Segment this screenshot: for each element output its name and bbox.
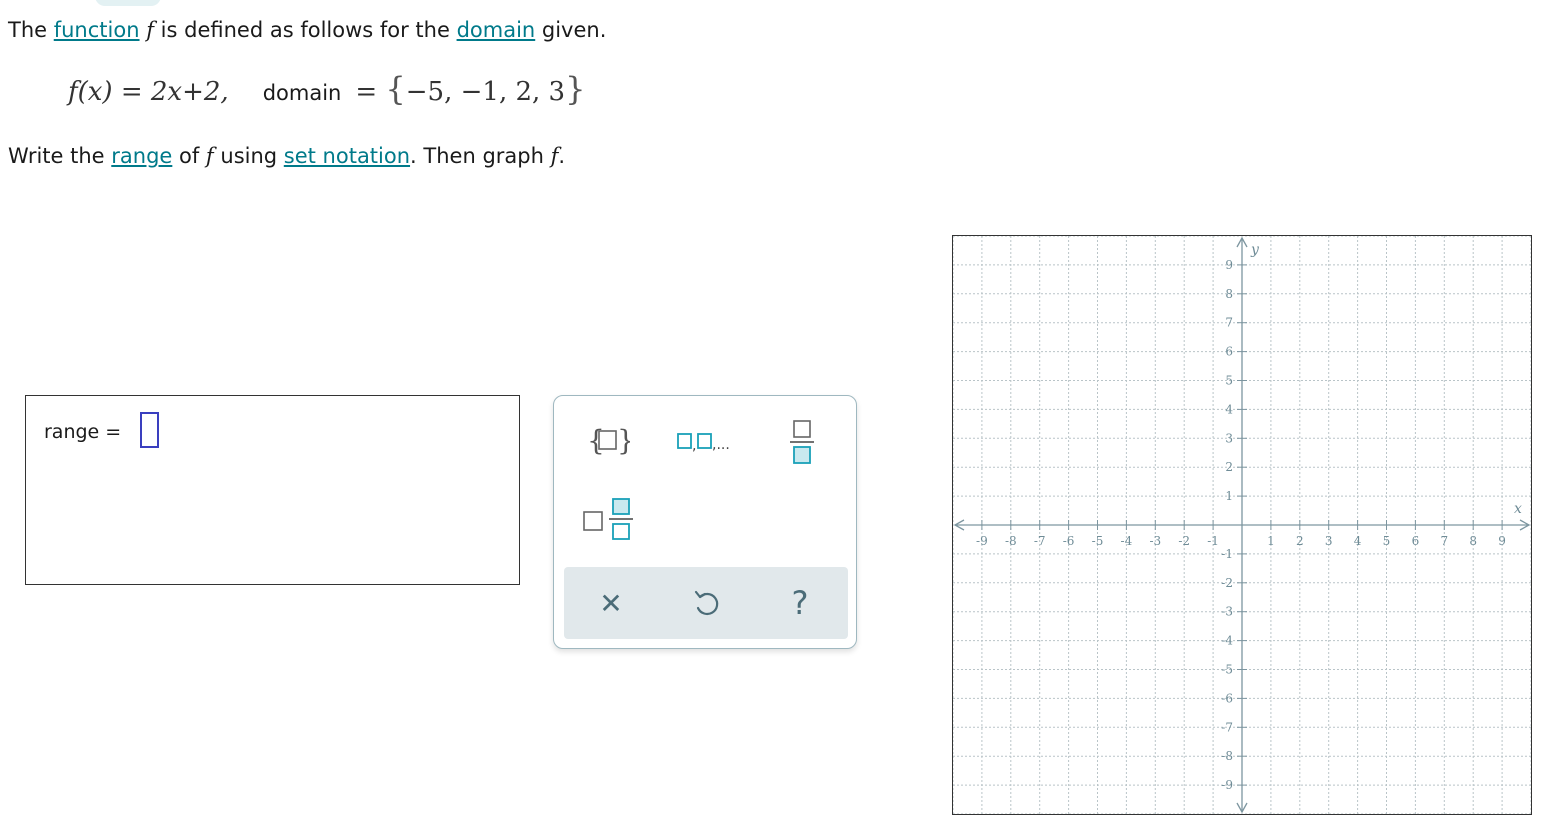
help-icon: ?: [791, 584, 809, 622]
set-braces-icon: { }: [587, 424, 630, 457]
y-tick-label: -3: [1221, 605, 1233, 619]
x-tick-label: 9: [1498, 534, 1506, 548]
y-tick-label: 4: [1225, 402, 1233, 416]
instruction-text-4: . Then graph: [410, 144, 551, 168]
undo-icon: [694, 590, 719, 616]
problem-instruction: Write the range of f using set notation.…: [8, 144, 565, 168]
formula-close-brace: }: [565, 70, 586, 108]
list-separator-button[interactable]: , ,...: [672, 418, 744, 462]
x-tick-label: 1: [1267, 534, 1275, 548]
intro-text-2: is defined as follows for the: [154, 18, 457, 42]
x-tick-label: 3: [1325, 534, 1333, 548]
function-variable: f: [205, 144, 214, 168]
y-tick-label: -1: [1221, 547, 1233, 561]
y-tick-label: 1: [1225, 489, 1233, 503]
instruction-text-5: .: [558, 144, 566, 168]
x-tick-label: 7: [1440, 534, 1448, 548]
range-label: range =: [44, 421, 122, 443]
x-axis-label: x: [1514, 501, 1522, 517]
set-braces-button[interactable]: { }: [582, 418, 634, 462]
x-tick-label: -3: [1149, 534, 1161, 548]
y-tick-label: -8: [1221, 749, 1233, 763]
x-tick-label: 8: [1469, 534, 1477, 548]
problem-intro: The function f is defined as follows for…: [8, 18, 606, 42]
formula-open-brace: {: [385, 70, 406, 108]
y-tick-label: 7: [1225, 316, 1233, 330]
y-tick-label: -9: [1221, 778, 1233, 792]
answer-box[interactable]: range =: [25, 395, 520, 585]
svg-text:{: {: [587, 424, 605, 457]
formula-lhs: f(x) = 2x+2,: [68, 77, 229, 107]
x-tick-label: 2: [1296, 534, 1304, 548]
formula-domain-word: domain: [262, 81, 342, 105]
mixed-number-icon: [583, 498, 633, 540]
help-button[interactable]: ?: [775, 581, 825, 625]
palette-footer: ✕ ?: [564, 567, 848, 639]
y-axis-label: y: [1250, 242, 1260, 258]
y-tick-label: -5: [1221, 663, 1233, 677]
x-tick-label: -1: [1207, 534, 1219, 548]
intro-text-1: The: [8, 18, 54, 42]
math-palette: { } , ,... ✕: [553, 395, 857, 649]
function-variable: f: [146, 18, 154, 42]
undo-button[interactable]: [681, 581, 731, 625]
function-link[interactable]: function: [54, 18, 140, 42]
list-separator-icon: , ,...: [677, 433, 730, 454]
range-link[interactable]: range: [111, 144, 172, 168]
intro-text-3: given.: [535, 18, 607, 42]
mixed-number-button[interactable]: [576, 494, 636, 546]
instruction-text-1: Write the: [8, 144, 112, 168]
y-tick-label: 6: [1225, 345, 1233, 359]
x-tick-label: -6: [1063, 534, 1075, 548]
range-input[interactable]: [140, 412, 159, 448]
svg-text:,: ,: [692, 438, 696, 454]
svg-text:}: }: [617, 424, 630, 457]
x-tick-label: 6: [1412, 534, 1420, 548]
y-tick-label: 5: [1225, 374, 1233, 388]
x-tick-label: -7: [1034, 534, 1046, 548]
set-notation-link[interactable]: set notation: [284, 144, 410, 168]
formula-domain-values: −5, −1, 2, 3: [405, 77, 566, 107]
formula-equals: =: [355, 77, 378, 107]
instruction-text-2: of: [172, 144, 206, 168]
x-tick-label: -4: [1121, 534, 1133, 548]
domain-link[interactable]: domain: [457, 18, 536, 42]
clear-icon: ✕: [599, 586, 623, 620]
x-tick-label: -5: [1092, 534, 1104, 548]
clear-button[interactable]: ✕: [586, 581, 636, 625]
y-tick-label: -6: [1221, 691, 1233, 705]
y-tick-label: -2: [1221, 576, 1233, 590]
list-separator-label: ,...: [712, 437, 730, 453]
fraction-button[interactable]: [776, 414, 828, 468]
x-tick-label: 5: [1383, 534, 1391, 548]
y-tick-label: -7: [1221, 720, 1233, 734]
y-tick-label: -4: [1221, 634, 1233, 648]
x-tick-label: -2: [1178, 534, 1190, 548]
instruction-text-3: using: [213, 144, 284, 168]
top-tab-decoration: [95, 0, 161, 6]
y-tick-label: 3: [1225, 431, 1233, 445]
y-tick-label: 8: [1225, 287, 1233, 301]
x-tick-label: -9: [976, 534, 988, 548]
graph-canvas[interactable]: -9 -8 -7 -6 -5 -4 -3 -2 -1 1 2 3 4 5 6 7 8 9 9 8 7 6 5 4 3 2 1 -1 -2…: [952, 235, 1532, 815]
x-tick-label: 4: [1354, 534, 1362, 548]
coordinate-graph[interactable]: -9 -8 -7 -6 -5 -4 -3 -2 -1 1 2 3 4 5 6 7 8 9 9 8 7 6 5 4 3 2 1 -1 -2…: [952, 235, 1532, 815]
y-tick-label: 9: [1225, 258, 1233, 272]
function-formula: f(x) = 2x+2, domain = {−5, −1, 2, 3}: [68, 70, 585, 108]
x-tick-label: -8: [1005, 534, 1017, 548]
fraction-icon: [790, 420, 814, 464]
y-tick-label: 2: [1225, 460, 1233, 474]
